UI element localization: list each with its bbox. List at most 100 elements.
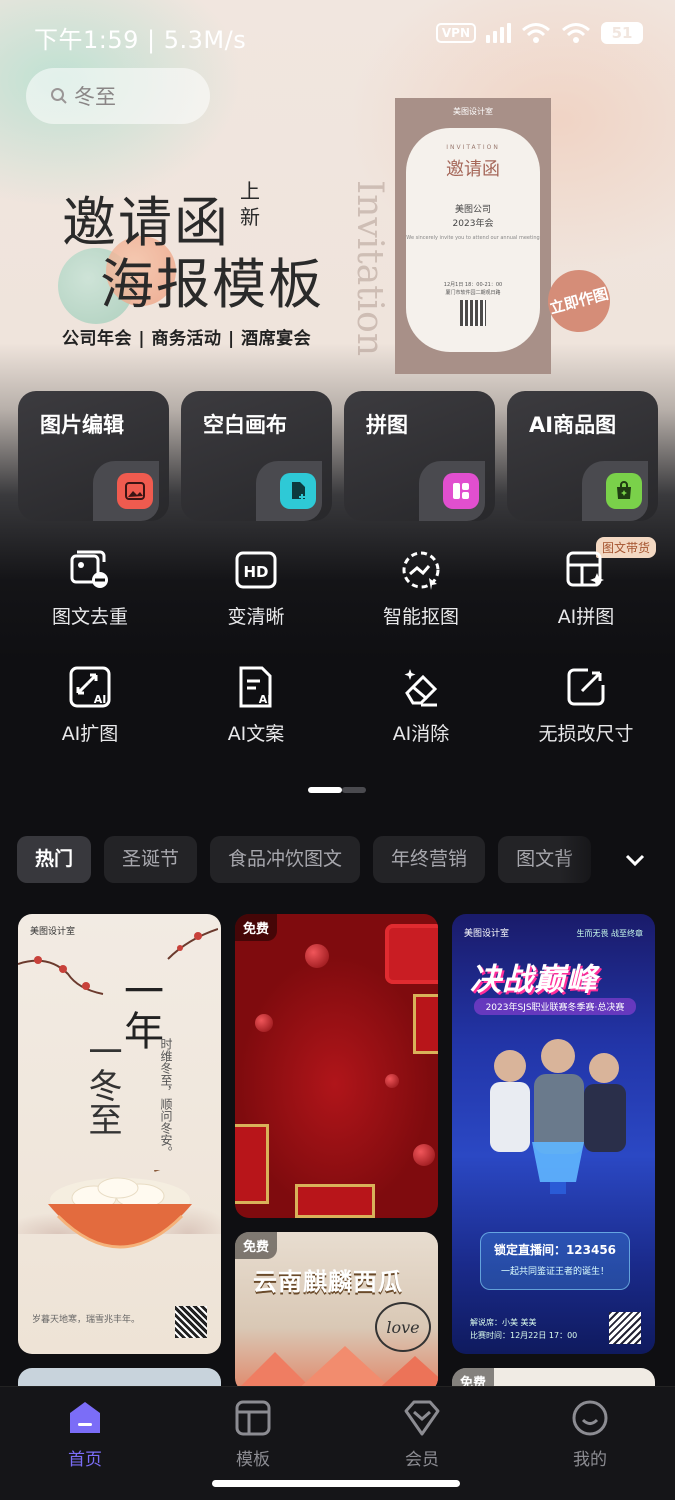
tool-label: AI扩图 [61,723,119,745]
tool-resize[interactable]: 无损改尺寸 [506,665,666,765]
category-chip-christmas[interactable]: 圣诞节 [104,836,198,883]
plum-blossom-decor [18,956,104,995]
nav-label: 我的 [573,1450,607,1470]
gift-box-decor [295,1184,375,1218]
feature-label: 空白画布 [203,413,287,437]
status-time: 下午1:59 | 5.3M/s [34,26,247,54]
vpn-icon: VPN [435,23,476,43]
category-chip-yearend[interactable]: 年终营销 [373,836,486,883]
nav-vip[interactable]: 会员 [362,1399,482,1470]
feature-ai-product[interactable]: AI商品图 [507,391,658,521]
search-icon [51,88,67,104]
nav-templates[interactable]: 模板 [193,1399,313,1470]
tool-ai-expand[interactable]: AI AI扩图 [10,665,170,765]
template-poem: 时维冬至，顺问冬安。 [159,1038,173,1158]
match-time: 比赛时间：12月22日 17：00 [470,1331,578,1340]
free-badge: 免费 [235,914,278,941]
feature-blank-canvas[interactable]: 空白画布 [181,391,332,521]
template-card-christmas[interactable]: 免费 [235,914,438,1218]
tool-label: 变清晰 [227,606,285,628]
banner-decor-text: Invitation [349,180,390,357]
tool-ai-copywriting[interactable]: AI AI文案 [176,665,336,765]
tool-smart-cutout[interactable]: 智能抠图 [341,548,501,648]
tool-label: AI拼图 [557,606,615,628]
feature-cards: 图片编辑 空白画布 拼图 AI商品图 [18,391,658,521]
template-title: 云南麒麟西瓜 [253,1268,403,1296]
svg-text:AI: AI [94,693,107,706]
template-icon [235,1400,271,1436]
tool-ai-eraser[interactable]: AI消除 [341,665,501,765]
ai-collage-icon [566,551,604,587]
category-chip-food[interactable]: 食品冲饮图文 [210,836,361,883]
tool-dedupe[interactable]: 图文去重 [10,548,170,648]
blank-canvas-icon [280,473,316,509]
banner-title-line2: 海报模板 [100,253,324,316]
gift-decor [385,924,438,984]
banner-new-tag: 上新 [240,179,260,229]
feature-label: 图片编辑 [40,413,124,437]
feature-collage[interactable]: 拼图 [344,391,495,521]
ai-eraser-icon [404,669,438,707]
template-card-melon[interactable]: 免费 云南麒麟西瓜 love [235,1232,438,1392]
commentators: 解说席：小美 美美 [470,1318,537,1327]
template-slogan: 生而无畏 战至终章 [576,929,643,938]
vip-icon [404,1400,440,1436]
gift-box-decor [235,1124,269,1204]
template-title-year: 一年 [117,970,163,1050]
image-edit-icon [117,473,153,509]
svg-text:HD: HD [243,563,268,581]
live-room-id: 锁定直播间：123456 [493,1243,617,1257]
ai-expand-icon: AI [69,666,111,708]
battery-icon: 51 [601,22,643,44]
gift-box-decor [413,994,438,1054]
chevron-down-icon[interactable] [620,845,650,875]
nav-label: 会员 [405,1450,439,1470]
nav-label: 首页 [68,1450,102,1470]
qr-code-icon [609,1312,641,1344]
category-tabs: 热门 圣诞节 食品冲饮图文 年终营销 图文背 [17,836,607,884]
page-dot [342,787,366,793]
feature-image-edit[interactable]: 图片编辑 [18,391,169,521]
card-title: 邀请函 [446,159,500,180]
match-info: 解说席：小美 美美 比赛时间：12月22日 17：00 [470,1316,577,1342]
tool-hd[interactable]: HD 变清晰 [176,548,336,648]
ai-product-icon [606,473,642,509]
nav-home[interactable]: 首页 [25,1399,145,1470]
status-bar: 下午1:59 | 5.3M/s VPN 51 [0,0,675,70]
card-address: 厦门市软件园二期观日路 [445,290,501,296]
page-indicator [308,787,366,793]
signal-icon [486,23,511,43]
live-room-box: 锁定直播间：123456 一起共同鉴证王者的诞生！ [480,1232,630,1290]
card-logo: 美图设计室 [453,107,493,116]
tool-label: AI消除 [392,723,450,745]
smart-cutout-icon [402,551,440,590]
tool-label: 图文去重 [51,606,128,628]
status-icons: VPN 51 [435,22,643,44]
free-badge: 免费 [235,1232,278,1259]
template-logo: 美图设计室 [464,929,510,939]
tool-label: 智能抠图 [382,606,459,628]
card-company-name: 美图公司 [454,205,491,215]
nav-profile[interactable]: 我的 [530,1399,650,1470]
template-card-esports[interactable]: 美图设计室 生而无畏 战至终章 决战巅峰 2023年SJS职业联赛冬季赛·总决赛… [452,914,655,1354]
template-card-winter[interactable]: 美图设计室 一年 一冬至 时维冬至，顺问冬安。 岁暮天地寒，瑞雪兆丰年。 [18,914,221,1354]
dumpling-bowl-image [48,1170,192,1249]
card-label: INVITATION [446,144,500,151]
category-chip-hot[interactable]: 热门 [17,836,92,883]
resize-icon [567,668,605,706]
template-title: 决战巅峰 [470,962,598,998]
nav-label: 模板 [236,1450,270,1470]
collage-icon [443,473,479,509]
feature-label: 拼图 [366,413,408,437]
page-dot-active [308,787,342,793]
template-title-solstice: 一冬至 [82,1034,122,1136]
home-indicator[interactable] [212,1480,460,1487]
ornament-decor [385,1074,399,1088]
players-image [490,1039,626,1194]
qr-code-icon [460,300,486,326]
tool-ai-collage[interactable]: AI拼图 [506,548,666,648]
search-input[interactable]: 冬至 [26,68,210,124]
profile-icon [572,1400,608,1436]
watermelon-image [235,1346,438,1392]
svg-text:AI: AI [259,693,272,706]
